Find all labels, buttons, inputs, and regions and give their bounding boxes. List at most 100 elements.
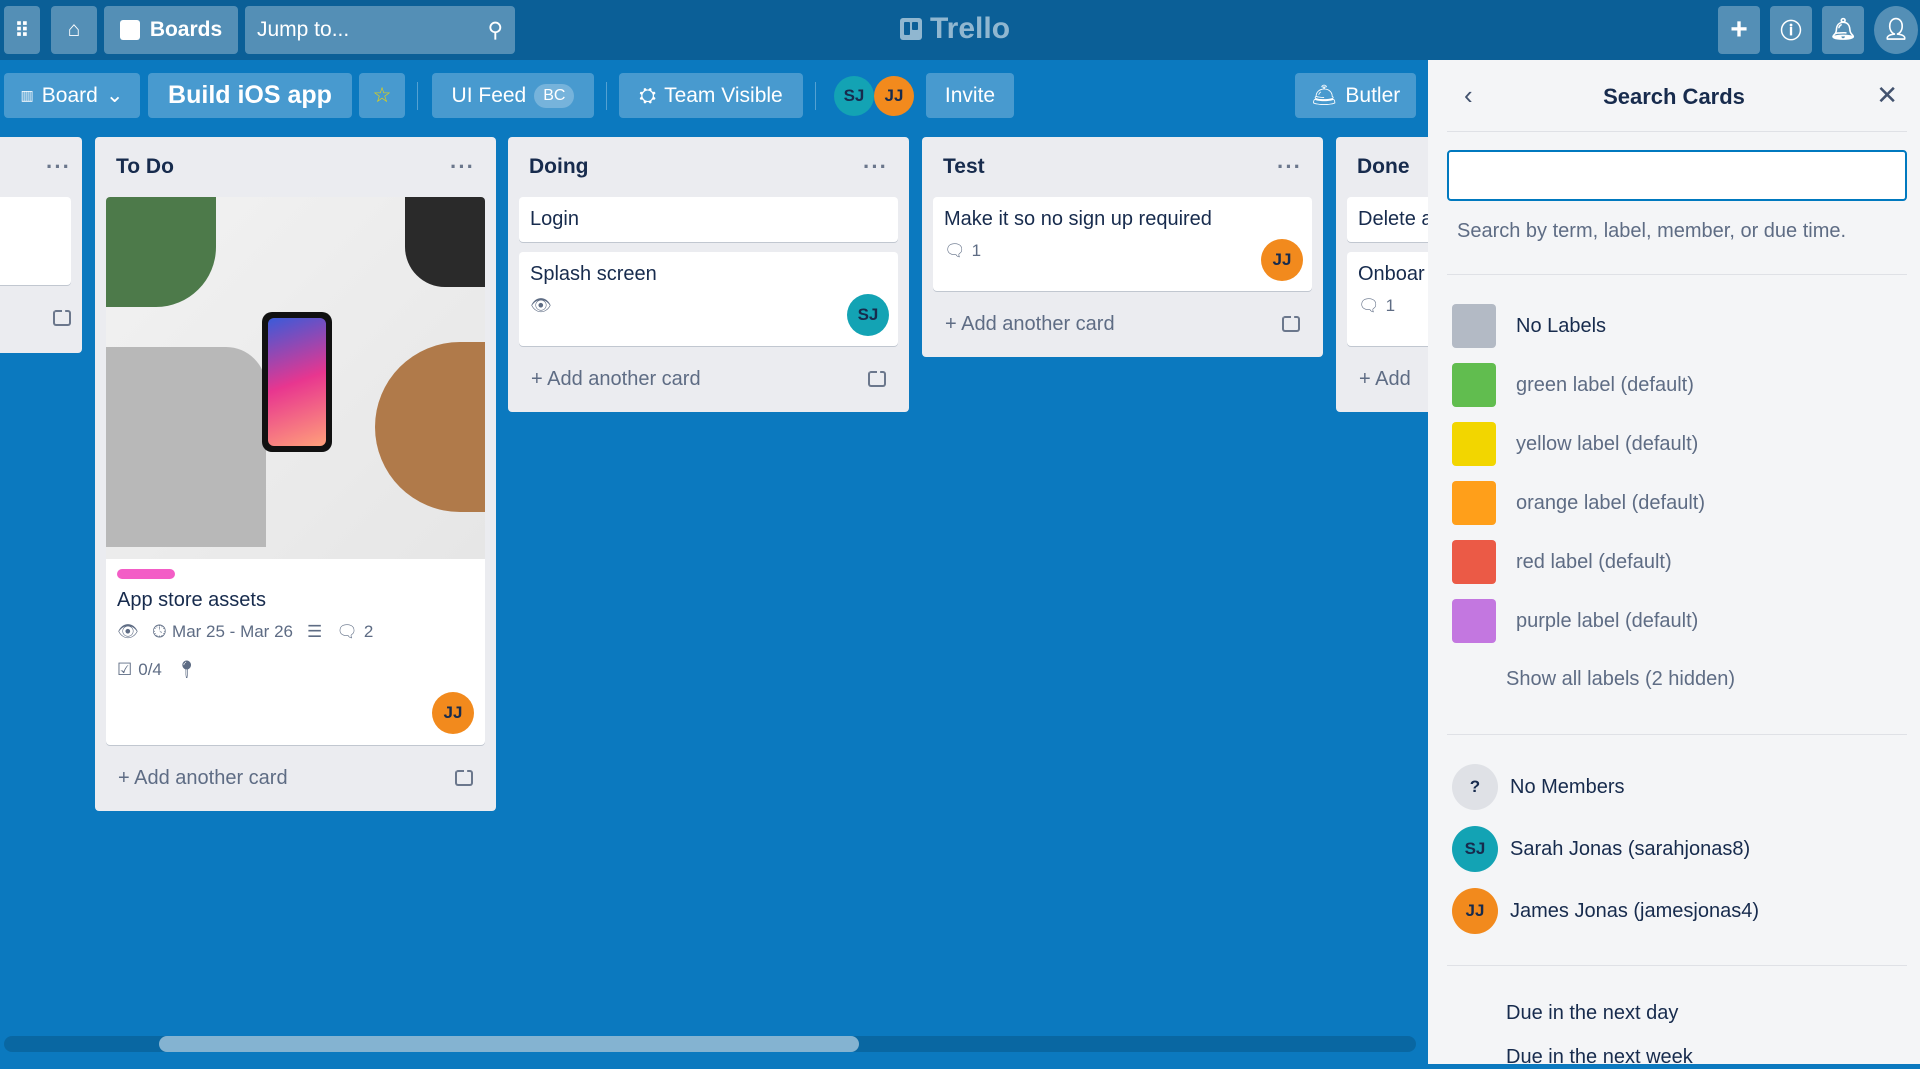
card-member-avatar[interactable]: SJ xyxy=(847,294,889,336)
add-card-label: Add xyxy=(1375,367,1411,390)
add-card-button[interactable]: + Add another card xyxy=(519,356,898,402)
template-icon[interactable] xyxy=(53,310,71,326)
plus-icon: + xyxy=(945,312,962,335)
member-avatar: SJ xyxy=(1452,826,1498,872)
board-title[interactable]: Build iOS app xyxy=(148,73,352,118)
search-cards-input[interactable] xyxy=(1447,150,1907,201)
show-all-labels-link[interactable]: Show all labels (2 hidden) xyxy=(1506,668,1735,691)
template-icon[interactable] xyxy=(455,770,473,786)
horizontal-scrollbar[interactable] xyxy=(4,1036,1416,1052)
label-filter-option[interactable]: purple label (default) xyxy=(1452,599,1698,643)
member-filter-option[interactable]: SJ Sarah Jonas (sarahjonas8) xyxy=(1452,826,1750,872)
card-member-avatar[interactable]: JJ xyxy=(432,692,474,734)
card[interactable] xyxy=(0,197,71,285)
label-swatch xyxy=(1452,599,1496,643)
due-next-day-option[interactable]: Due in the next day xyxy=(1506,1002,1678,1025)
plus-icon: + xyxy=(118,766,135,789)
card-title: Delete a xyxy=(1358,208,1433,230)
divider xyxy=(815,82,816,110)
member-name: James Jonas (jamesjonas4) xyxy=(1510,899,1759,922)
divider xyxy=(1447,274,1907,275)
close-icon[interactable]: ✕ xyxy=(1876,80,1898,111)
plus-icon: + xyxy=(1730,13,1748,46)
trello-logo[interactable]: Trello xyxy=(900,12,1010,46)
info-icon: ⓘ xyxy=(1780,20,1802,43)
due-next-week-option[interactable]: Due in the next week xyxy=(1506,1046,1693,1069)
butler-button[interactable]: 🛎︎ Butler xyxy=(1295,73,1416,118)
card-splash-screen[interactable]: Splash screen 👁︎ SJ xyxy=(519,252,898,346)
due-date-badge: Mar 25 - Mar 26 xyxy=(172,622,293,641)
boards-button[interactable]: Boards xyxy=(104,6,238,54)
member-filter-option[interactable]: ? No Members xyxy=(1452,764,1624,810)
template-icon[interactable] xyxy=(868,371,886,387)
search-placeholder: Jump to... xyxy=(257,18,350,41)
member-avatar: JJ xyxy=(1452,888,1498,934)
divider xyxy=(1447,965,1907,966)
account-avatar[interactable]: 👤︎ xyxy=(1874,6,1918,54)
list-title[interactable]: Done xyxy=(1357,155,1410,179)
list-title[interactable]: Doing xyxy=(529,155,588,179)
label-filter-option[interactable]: yellow label (default) xyxy=(1452,422,1698,466)
visibility-button[interactable]: ⛭ Team Visible xyxy=(619,73,803,118)
scrollbar-thumb[interactable] xyxy=(159,1036,859,1052)
list-title[interactable]: To Do xyxy=(116,155,174,179)
grid-icon: ⠿ xyxy=(14,19,30,42)
list-title[interactable]: Test xyxy=(943,155,985,179)
logo-text: Trello xyxy=(930,12,1011,45)
label-name: yellow label (default) xyxy=(1516,432,1699,455)
member-name: No Members xyxy=(1510,775,1625,798)
label-filter-option[interactable]: No Labels xyxy=(1452,304,1606,348)
card-app-store-assets[interactable]: App store assets 👁︎ 🕓︎ Mar 25 - Mar 26 ☰ 🗨︎ 2… xyxy=(106,197,485,745)
divider xyxy=(606,82,607,110)
team-button[interactable]: UI Feed BC xyxy=(432,73,594,118)
board-view-switcher[interactable]: ▥ Board ⌄ xyxy=(4,73,140,118)
list-menu-icon[interactable]: ··· xyxy=(450,154,475,180)
divider xyxy=(1447,734,1907,735)
team-label: UI Feed xyxy=(451,83,527,107)
label-filter-option[interactable]: green label (default) xyxy=(1452,363,1694,407)
jump-to-search[interactable]: Jump to... ⚲ xyxy=(245,6,515,54)
create-button[interactable]: + xyxy=(1718,6,1760,54)
card-title: Make it so no sign up required xyxy=(944,208,1212,230)
avatar-initials: SJ xyxy=(857,305,879,324)
notifications-button[interactable]: 🔔︎ xyxy=(1822,6,1864,54)
home-button[interactable]: ⌂ xyxy=(51,6,97,54)
label-name: red label (default) xyxy=(1516,550,1672,573)
butler-label: Butler xyxy=(1345,83,1401,107)
list-menu-icon[interactable]: ··· xyxy=(1277,154,1302,180)
list-menu-icon[interactable]: ··· xyxy=(863,154,888,180)
card-title: Login xyxy=(530,208,579,230)
label-name: purple label (default) xyxy=(1516,609,1699,632)
member-filter-option[interactable]: JJ James Jonas (jamesjonas4) xyxy=(1452,888,1759,934)
apps-menu-button[interactable]: ⠿ xyxy=(4,6,40,54)
add-card-button[interactable]: + Add another card xyxy=(106,755,485,801)
template-icon[interactable] xyxy=(1282,316,1300,332)
list-partial: ··· xyxy=(0,137,82,353)
label-name: green label (default) xyxy=(1516,373,1694,396)
info-button[interactable]: ⓘ xyxy=(1770,6,1812,54)
label-swatch xyxy=(1452,540,1496,584)
list-menu-icon[interactable]: ··· xyxy=(46,154,71,180)
location-icon: 📍︎ xyxy=(175,660,198,679)
avatar-initials: SJ xyxy=(843,86,865,105)
label-filter-option[interactable]: red label (default) xyxy=(1452,540,1672,584)
trello-icon xyxy=(900,18,922,40)
avatar-initials: JJ xyxy=(884,86,904,105)
add-card-button[interactable]: + Add another card xyxy=(933,301,1312,347)
star-button[interactable]: ☆ xyxy=(359,73,405,118)
member-avatar-jj[interactable]: JJ xyxy=(874,76,914,116)
card-no-sign-up[interactable]: Make it so no sign up required 🗨︎ 1 JJ xyxy=(933,197,1312,291)
label-swatch xyxy=(1452,304,1496,348)
card-member-avatar[interactable]: JJ xyxy=(1261,239,1303,281)
user-icon: 👤︎ xyxy=(1882,18,1910,41)
label-filter-option[interactable]: orange label (default) xyxy=(1452,481,1705,525)
watch-icon: 👁︎ xyxy=(117,622,139,641)
card-login[interactable]: Login xyxy=(519,197,898,242)
description-icon: ☰ xyxy=(306,622,323,641)
checklist-icon: ☑ xyxy=(117,660,133,679)
add-card-label: Add another card xyxy=(547,367,701,390)
member-avatar-sj[interactable]: SJ xyxy=(834,76,874,116)
divider xyxy=(1447,131,1907,132)
top-bar: ⠿ ⌂ Boards Jump to... ⚲ Trello + ⓘ 🔔︎ 👤︎ xyxy=(0,0,1920,60)
invite-button[interactable]: Invite xyxy=(926,73,1014,118)
